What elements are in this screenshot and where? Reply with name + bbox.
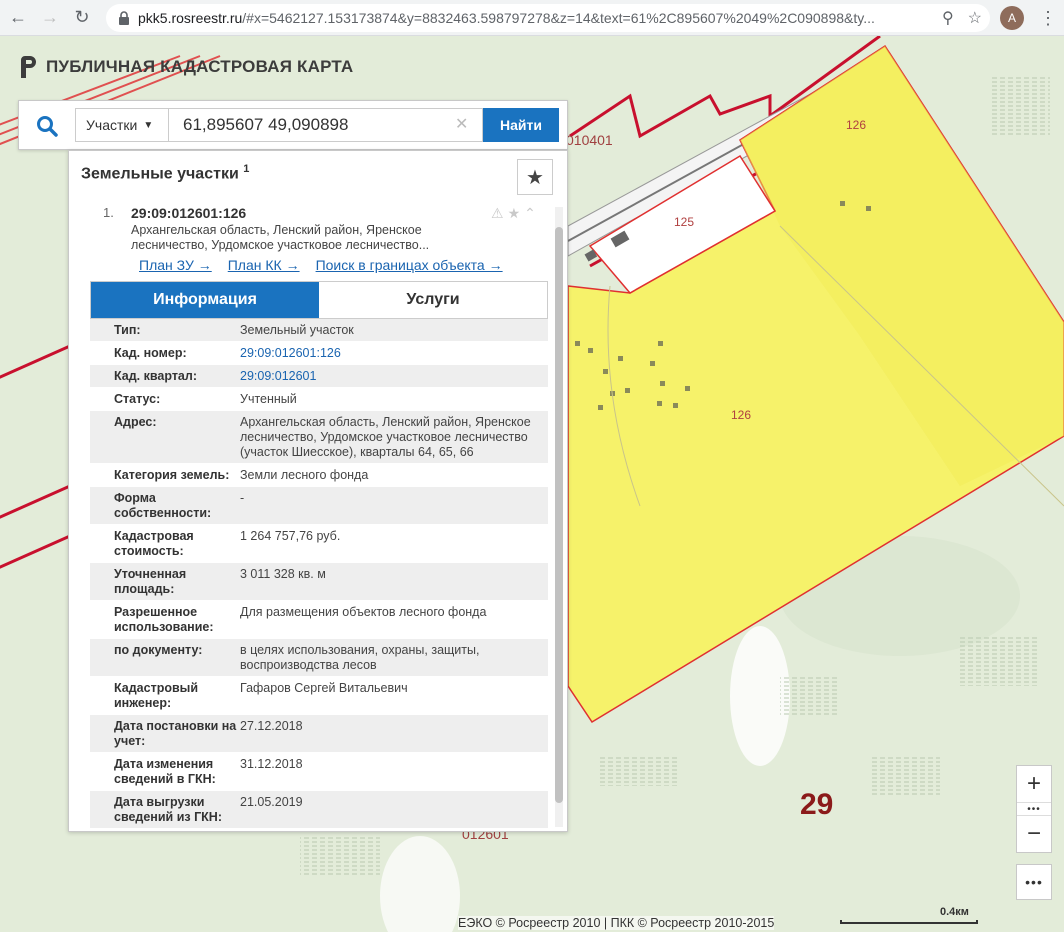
info-row-engineer: Кадастровый инженер: Гафаров Сергей Витал… <box>90 677 548 715</box>
zoom-control: + ••• − <box>1016 765 1052 853</box>
find-button[interactable]: Найти <box>483 108 559 142</box>
warning-icon[interactable]: ⚠ <box>491 205 504 222</box>
zoom-levels-icon[interactable]: ••• <box>1017 802 1051 816</box>
zoom-page-icon[interactable]: ⚲ <box>942 8 954 28</box>
map-attribution: ЕЭКО © Росреестр 2010 | ПКК © Росреестр … <box>458 916 775 930</box>
result-title[interactable]: 29:09:012601:126 <box>131 205 246 221</box>
map-label-region-29: 29 <box>800 788 834 821</box>
browser-menu-icon[interactable]: ⋮ <box>1038 6 1058 30</box>
app-header: ПУБЛИЧНАЯ КАДАСТРОВАЯ КАРТА <box>18 56 353 78</box>
info-row-status: Статус: Учтенный <box>90 388 548 411</box>
result-number: 1. <box>103 205 114 220</box>
search-type-select[interactable]: Участки ▼ <box>75 108 169 142</box>
star-outline-icon[interactable]: ★ <box>508 205 521 222</box>
rosreestr-logo-icon <box>21 56 36 78</box>
tab-information[interactable]: Информация <box>91 282 319 318</box>
plan-zu-link[interactable]: План ЗУ → <box>139 257 212 273</box>
forward-icon[interactable]: → <box>36 4 64 32</box>
lock-icon <box>119 11 129 25</box>
info-row-permitted-use: Разрешенное использование: Для размещения… <box>90 601 548 639</box>
cad-number-link[interactable]: 29:09:012601:126 <box>240 346 540 361</box>
scale-label: 0.4км <box>940 906 969 918</box>
info-row-cad-value: Кадастровая стоимость: 1 264 757,76 руб. <box>90 525 548 563</box>
scale-bar: 0.4км <box>840 906 980 930</box>
more-dots-icon: ••• <box>1025 874 1043 890</box>
plan-kk-link[interactable]: План КК → <box>228 257 300 273</box>
favorites-button[interactable]: ★ <box>517 159 553 195</box>
info-row-land-category: Категория земель: Земли лесного фонда <box>90 464 548 487</box>
clear-icon[interactable]: ✕ <box>455 114 468 134</box>
panel-heading: Земельные участки 1 <box>81 163 249 183</box>
star-icon: ★ <box>526 166 544 189</box>
search-bar: Участки ▼ ✕ Найти <box>18 100 568 150</box>
search-toggle[interactable] <box>27 109 67 143</box>
search-in-bounds-link[interactable]: Поиск в границах объекта → <box>316 257 503 273</box>
scale-bar-line <box>840 920 978 924</box>
info-row-type: Тип: Земельный участок <box>90 319 548 342</box>
info-row-cad-quarter: Кад. квартал: 29:09:012601 <box>90 365 548 388</box>
url-path: /#x=5462127.153173874&y=8832463.59879727… <box>242 10 875 26</box>
info-row-change-date: Дата изменения сведений в ГКН: 31.12.2018 <box>90 753 548 791</box>
tab-services[interactable]: Услуги <box>319 282 547 318</box>
more-tools-button[interactable]: ••• <box>1016 864 1052 900</box>
results-scroll-area[interactable]: 1. 29:09:012601:126 ⚠ ★ ⌃ Архангельская … <box>69 201 557 831</box>
info-row-export-date: Дата выгрузки сведений из ГКН: 21.05.2019 <box>90 791 548 829</box>
browser-toolbar: ← → ↻ pkk5.rosreestr.ru /#x=5462127.1531… <box>0 0 1064 36</box>
address-bar[interactable]: pkk5.rosreestr.ru /#x=5462127.153173874&… <box>106 4 990 32</box>
bookmark-star-icon[interactable]: ☆ <box>968 8 982 28</box>
reload-icon[interactable]: ↻ <box>68 4 96 32</box>
map-label-parcel-126-mid: 126 <box>731 408 752 422</box>
map-label-parcel-125: 125 <box>674 215 695 229</box>
info-row-address: Адрес: Архангельская область, Ленский рай… <box>90 411 548 464</box>
info-row-ownership: Форма собственности: - <box>90 487 548 525</box>
result-address: Архангельская область, Ленский район, Яр… <box>131 223 430 252</box>
map-label-parcel-126-top: 126 <box>846 118 867 132</box>
zoom-out-button[interactable]: − <box>1017 816 1051 852</box>
back-icon[interactable]: ← <box>4 4 32 32</box>
result-count: 1 <box>243 163 250 175</box>
chevron-up-icon[interactable]: ⌃ <box>524 205 536 222</box>
result-links: План ЗУ → План КК → Поиск в границах объ… <box>139 257 503 273</box>
results-panel: Земельные участки 1 ★ 1. 29:09:012601:12… <box>68 150 568 832</box>
search-type-label: Участки <box>86 117 138 133</box>
info-table: Тип: Земельный участок Кад. номер: 29:09:0… <box>90 319 548 829</box>
scrollbar-thumb[interactable] <box>555 227 563 803</box>
cad-quarter-link[interactable]: 29:09:012601 <box>240 369 540 384</box>
zoom-in-button[interactable]: + <box>1017 766 1051 802</box>
info-row-by-document: по документу: в целях использования, охра… <box>90 639 548 677</box>
search-input[interactable] <box>169 108 483 142</box>
info-row-cad-number: Кад. номер: 29:09:012601:126 <box>90 342 548 365</box>
chevron-down-icon: ▼ <box>143 119 154 131</box>
info-row-area: Уточненная площадь: 3 011 328 кв. м <box>90 563 548 601</box>
tab-bar: Информация Услуги <box>90 281 548 319</box>
map-label-quarter-010401: 010401 <box>566 132 613 148</box>
app-title: ПУБЛИЧНАЯ КАДАСТРОВАЯ КАРТА <box>46 57 354 76</box>
url-host: pkk5.rosreestr.ru <box>138 10 243 26</box>
search-icon <box>37 116 58 137</box>
profile-avatar[interactable]: A <box>1000 6 1024 30</box>
panel-heading-text: Земельные участки <box>81 165 239 183</box>
info-row-registration-date: Дата постановки на учет: 27.12.2018 <box>90 715 548 753</box>
